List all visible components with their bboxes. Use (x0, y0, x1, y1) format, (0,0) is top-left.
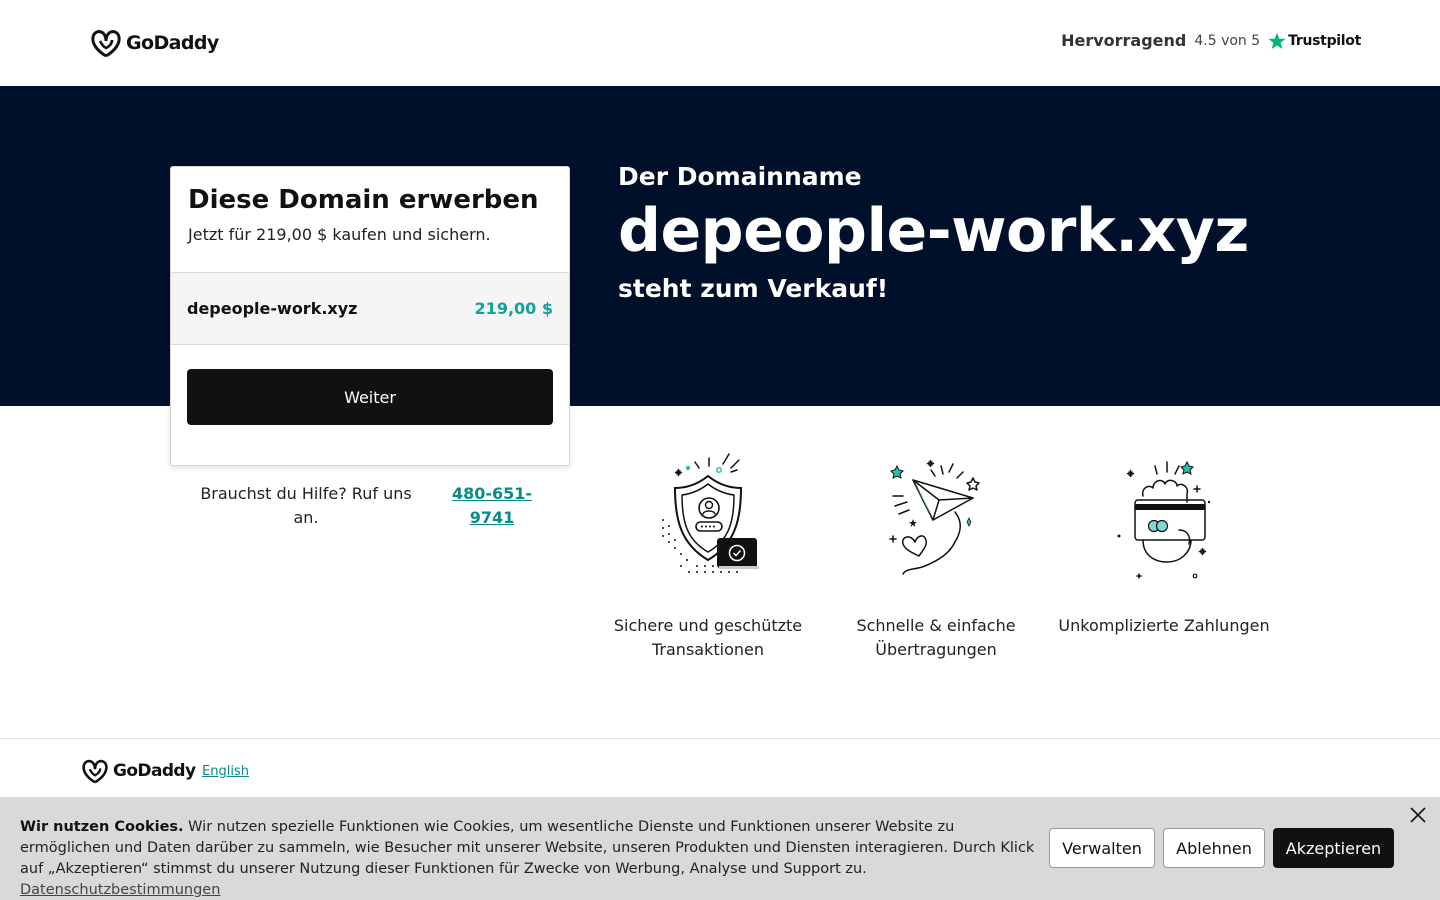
privacy-policy-link[interactable]: Datenschutzbestimmungen (20, 882, 220, 898)
help-text: Brauchst du Hilfe? Ruf uns an. (200, 484, 412, 527)
trustpilot-star-icon (1268, 32, 1286, 49)
godaddy-logo-icon (91, 30, 121, 58)
cookie-heading: Wir nutzen Cookies. (20, 819, 184, 835)
godaddy-logo[interactable]: GoDaddy (90, 28, 219, 58)
feature-fast-transfers: Schnelle & einfache Übertragungen (822, 450, 1050, 662)
shield-icon (662, 453, 759, 573)
feature-label: Schnelle & einfache Übertragungen (856, 616, 1016, 659)
card-title: Diese Domain erwerben (188, 185, 539, 215)
trustpilot-brand-text: Trustpilot (1288, 32, 1361, 49)
trustpilot-brand: Trustpilot (1268, 32, 1361, 50)
feature-secure-transactions: Sichere und geschützte Transaktionen (594, 450, 822, 662)
continue-button[interactable]: Weiter (187, 369, 553, 425)
card-subtitle: Jetzt für 219,00 $ kaufen und sichern. (188, 225, 491, 244)
site-header: GoDaddy Hervorragend 4.5 von 5 Trustpilo… (0, 0, 1440, 86)
godaddy-logo-text: GoDaddy (126, 32, 219, 54)
credit-card-hand-icon (1117, 460, 1211, 579)
footer-divider (0, 738, 1440, 739)
godaddy-logo-icon (82, 759, 108, 784)
hero-eyebrow: Der Domainname (618, 162, 862, 191)
trustpilot-label: Hervorragend (1061, 31, 1187, 50)
feature-label: Sichere und geschützte Transaktionen (613, 616, 803, 659)
card-domain-name: depeople-work.xyz (187, 299, 358, 318)
godaddy-logo-text: GoDaddy (113, 761, 196, 781)
domain-price-row: depeople-work.xyz 219,00 $ (171, 272, 569, 345)
hero-subtitle: steht zum Verkauf! (618, 274, 889, 303)
feature-easy-payments: Unkomplizierte Zahlungen (1050, 450, 1278, 638)
purchase-card: Diese Domain erwerben Jetzt für 219,00 $… (170, 166, 570, 466)
trustpilot-score: 4.5 von 5 (1194, 32, 1261, 49)
trustpilot-rating[interactable]: Hervorragend 4.5 von 5 Trustpilot (1061, 31, 1361, 50)
cookie-manage-button[interactable]: Verwalten (1049, 828, 1155, 868)
footer-godaddy-logo[interactable]: GoDaddy (81, 758, 196, 784)
close-icon[interactable] (1408, 805, 1428, 825)
help-phone-link[interactable]: 480-651-9741 (444, 482, 540, 530)
card-domain-price: 219,00 $ (474, 299, 553, 318)
feature-label: Unkomplizierte Zahlungen (1058, 616, 1270, 635)
cookie-decline-button[interactable]: Ablehnen (1163, 828, 1265, 868)
cookie-message: Wir nutzen Cookies. Wir nutzen spezielle… (20, 817, 1040, 900)
hero-domain-name: depeople-work.xyz (618, 196, 1249, 266)
cookie-accept-button[interactable]: Akzeptieren (1273, 828, 1394, 868)
paper-plane-icon (889, 459, 980, 575)
cookie-banner: Wir nutzen Cookies. Wir nutzen spezielle… (0, 797, 1440, 900)
language-link-english[interactable]: English (202, 764, 249, 779)
